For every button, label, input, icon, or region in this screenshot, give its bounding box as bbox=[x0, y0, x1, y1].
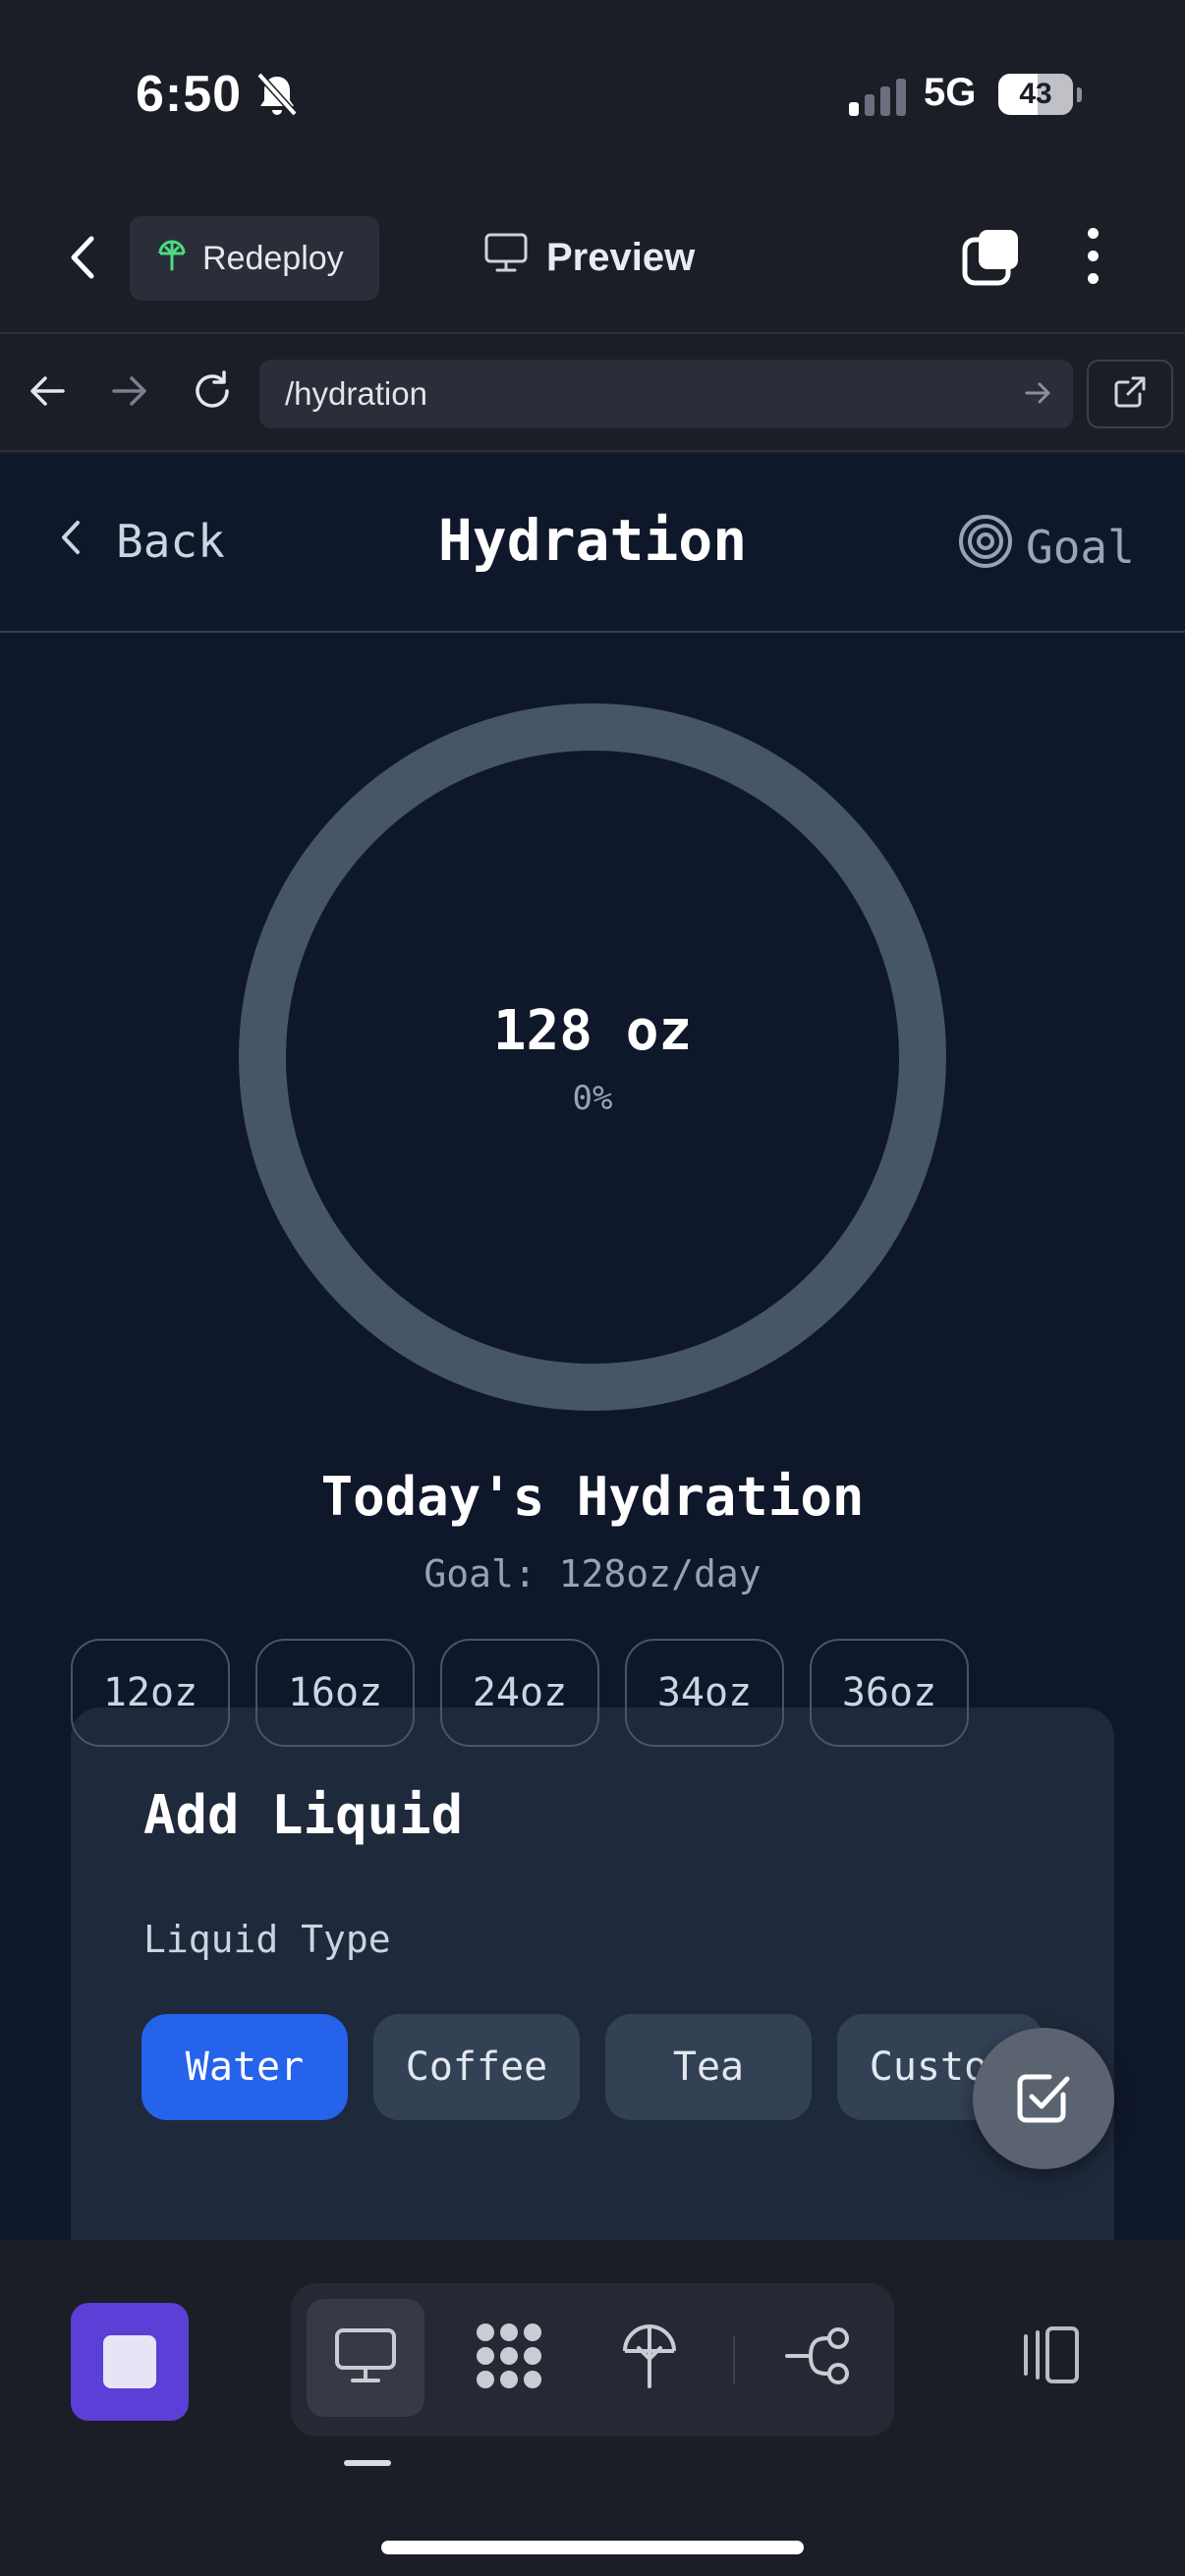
chevron-left-icon[interactable] bbox=[53, 228, 112, 287]
page-header: Back Hydration Goal bbox=[0, 454, 1185, 633]
goal-label: Goal bbox=[1026, 520, 1135, 574]
bottom-bar bbox=[0, 2240, 1185, 2576]
preview-label: Preview bbox=[546, 235, 696, 279]
liquid-type-water[interactable]: Water bbox=[141, 2014, 348, 2120]
today-goal: Goal: 128oz/day bbox=[423, 1552, 762, 1596]
tabs-icon[interactable] bbox=[959, 226, 1022, 294]
signal-icon bbox=[849, 79, 906, 116]
tab-apps[interactable] bbox=[450, 2299, 568, 2417]
status-bar: 6:50 5G 43 bbox=[0, 0, 1185, 187]
liquid-type-tea[interactable]: Tea bbox=[605, 2014, 812, 2120]
app-toolbar: Redeploy Preview bbox=[0, 187, 1185, 334]
battery-icon: 43 bbox=[998, 74, 1073, 115]
checkbox-fab-button[interactable] bbox=[973, 2028, 1114, 2169]
liquid-type-coffee[interactable]: Coffee bbox=[373, 2014, 580, 2120]
web-content: Back Hydration Goal 128 oz 0% Today's Hy… bbox=[0, 454, 1185, 2240]
size-option[interactable]: 16oz bbox=[255, 1639, 415, 1747]
bell-muted-icon bbox=[255, 71, 299, 123]
size-option[interactable]: 34oz bbox=[625, 1639, 784, 1747]
workflow-icon bbox=[783, 2325, 852, 2391]
goal-button[interactable]: Goal bbox=[957, 513, 1135, 581]
home-indicator[interactable] bbox=[381, 2541, 804, 2554]
monitor-icon bbox=[333, 2326, 398, 2390]
tab-deploy[interactable] bbox=[591, 2299, 708, 2417]
stop-button[interactable] bbox=[71, 2303, 189, 2421]
progress-amount: 128 oz bbox=[492, 999, 693, 1063]
view-switcher bbox=[291, 2283, 894, 2436]
checkbox-icon bbox=[1012, 2065, 1075, 2132]
arrow-go-icon[interactable] bbox=[1022, 376, 1055, 418]
tab-preview[interactable] bbox=[307, 2299, 424, 2417]
arrow-right-icon[interactable] bbox=[100, 362, 159, 420]
apps-icon bbox=[472, 2319, 546, 2398]
size-option[interactable]: 12oz bbox=[71, 1639, 230, 1747]
add-liquid-card: Add Liquid Liquid Type Water Coffee Tea … bbox=[71, 1708, 1114, 2240]
tab-workflow[interactable] bbox=[759, 2299, 876, 2417]
redeploy-icon bbox=[155, 236, 189, 282]
more-vertical-icon[interactable] bbox=[1081, 228, 1104, 284]
size-option[interactable]: 24oz bbox=[440, 1639, 599, 1747]
size-option[interactable]: 36oz bbox=[810, 1639, 969, 1747]
battery-level: 43 bbox=[1019, 78, 1052, 110]
card-title: Add Liquid bbox=[143, 1784, 464, 1846]
battery-cap bbox=[1077, 87, 1082, 102]
panel-icon[interactable] bbox=[1014, 2324, 1083, 2390]
url-text: /hydration bbox=[285, 375, 427, 412]
size-options: 12oz 16oz 24oz 34oz 36oz bbox=[71, 1639, 969, 1747]
url-input[interactable]: /hydration bbox=[259, 360, 1073, 428]
redeploy-label: Redeploy bbox=[202, 239, 344, 277]
status-time: 6:50 bbox=[136, 66, 243, 123]
liquid-type-label: Liquid Type bbox=[143, 1918, 391, 1961]
switcher-divider bbox=[733, 2336, 735, 2383]
external-link-button[interactable] bbox=[1087, 360, 1173, 428]
reload-icon[interactable] bbox=[183, 362, 242, 420]
active-tab-indicator bbox=[344, 2460, 391, 2466]
external-link-icon bbox=[1112, 374, 1148, 415]
monitor-icon bbox=[483, 232, 529, 283]
today-title: Today's Hydration bbox=[320, 1466, 865, 1528]
deploy-icon bbox=[619, 2320, 680, 2397]
preview-tab[interactable]: Preview bbox=[483, 232, 695, 283]
target-icon bbox=[957, 513, 1014, 581]
browser-bar: /hydration bbox=[0, 334, 1185, 452]
redeploy-button[interactable]: Redeploy bbox=[130, 216, 379, 301]
liquid-type-options: Water Coffee Tea Custom bbox=[141, 2014, 1044, 2120]
progress-percent: 0% bbox=[572, 1079, 613, 1118]
stop-icon bbox=[103, 2335, 156, 2388]
network-type: 5G bbox=[924, 71, 977, 114]
arrow-left-icon[interactable] bbox=[18, 362, 77, 420]
